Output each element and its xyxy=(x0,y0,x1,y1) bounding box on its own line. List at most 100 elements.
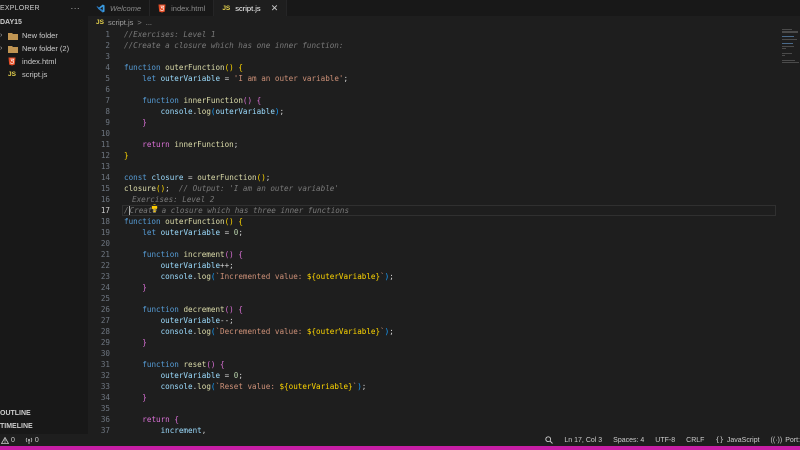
tree-item-new-folder-2[interactable]: › New folder (2) xyxy=(0,42,88,55)
encoding[interactable]: UTF-8 xyxy=(655,437,675,444)
code-line: 10 xyxy=(88,128,800,139)
line-number: 8 xyxy=(105,107,110,116)
end-of-line[interactable]: CRLF xyxy=(686,437,704,444)
line-number: 34 xyxy=(100,393,110,402)
code-text: //Exercises: Level 1 xyxy=(124,30,216,39)
line-number: 17 xyxy=(100,206,110,215)
folder-icon xyxy=(8,32,20,40)
code-text: outerVariable = 0; xyxy=(160,371,243,380)
braces-icon: {} xyxy=(715,436,724,444)
timeline-section[interactable]: TIMELINE xyxy=(0,420,88,432)
code-text: } xyxy=(142,118,147,127)
line-number: 28 xyxy=(100,327,110,336)
line-number: 13 xyxy=(100,162,110,171)
zoom-icon[interactable] xyxy=(545,436,554,444)
line-number: 4 xyxy=(105,63,110,72)
js-icon: JS xyxy=(222,4,231,12)
title-bar: EXPLORER ··· Welcome index.html JS scrip… xyxy=(0,0,800,16)
code-text: } xyxy=(142,283,147,292)
line-number: 22 xyxy=(100,261,110,270)
code-text: const closure = outerFunction(); xyxy=(124,173,271,182)
code-line: 7 function innerFunction() { xyxy=(88,95,800,106)
chevron-right-icon: › xyxy=(0,45,3,52)
breadcrumb-file[interactable]: script.js xyxy=(108,18,133,27)
line-number: 1 xyxy=(105,30,110,39)
indentation[interactable]: Spaces: 4 xyxy=(613,437,644,444)
code-line: 2 //Create a closure which has one inner… xyxy=(88,40,800,51)
code-line: 15 closure(); // Output: 'I am an outer … xyxy=(88,183,800,194)
explorer-header: EXPLORER ··· xyxy=(0,0,88,16)
tab-script-js[interactable]: JS script.js ✕ xyxy=(214,0,288,16)
code-line: 32 outerVariable = 0; xyxy=(88,370,800,381)
status-left: 0 0 xyxy=(0,434,39,446)
problems-status[interactable]: 0 xyxy=(1,436,15,444)
error-count: 0 xyxy=(11,436,15,444)
code-text: closure(); // Output: 'I am an outer var… xyxy=(124,184,339,193)
code-text: function reset() { xyxy=(142,360,225,369)
tree-item-label: script.js xyxy=(22,70,48,79)
port-label: Port: xyxy=(785,436,800,444)
tree-item-label: New folder (2) xyxy=(22,44,70,53)
minimap[interactable] xyxy=(782,29,800,75)
code-line: 33 console.log(`Reset value: ${outerVari… xyxy=(88,381,800,392)
warning-icon xyxy=(1,436,9,444)
code-line: 31 function reset() { xyxy=(88,359,800,370)
status-right: Ln 17, Col 3 Spaces: 4 UTF-8 CRLF {} Jav… xyxy=(545,434,800,446)
language-mode[interactable]: {} JavaScript xyxy=(715,436,759,444)
code-text: increment, xyxy=(160,426,207,434)
breadcrumb-symbol[interactable]: ... xyxy=(146,18,152,27)
code-text: console.log(`Decremented value: ${outerV… xyxy=(160,327,394,336)
line-number: 33 xyxy=(100,382,110,391)
code-line: 16 Exercises: Level 2 xyxy=(88,194,800,213)
port-status[interactable]: ((·)) Port: xyxy=(771,437,800,444)
tree-item-index-html[interactable]: index.html xyxy=(0,55,88,68)
tree-item-script-js[interactable]: JS script.js xyxy=(0,68,88,81)
code-line: 37 increment, xyxy=(88,425,800,434)
cursor-position[interactable]: Ln 17, Col 3 xyxy=(564,437,602,444)
tree-item-new-folder[interactable]: › New folder xyxy=(0,29,88,42)
close-icon[interactable]: ✕ xyxy=(271,3,279,14)
code-text: function increment() { xyxy=(142,250,243,259)
code-line: 24 } xyxy=(88,282,800,293)
code-text: function decrement() { xyxy=(142,305,243,314)
code-line: 25 xyxy=(88,293,800,304)
code-line: 1 //Exercises: Level 1 xyxy=(88,29,800,40)
language-label: JavaScript xyxy=(726,436,760,444)
code-text: } xyxy=(124,151,129,160)
line-number: 19 xyxy=(100,228,110,237)
line-number: 12 xyxy=(100,151,110,160)
line-number: 23 xyxy=(100,272,110,281)
code-line: 18 function outerFunction() { xyxy=(88,216,800,227)
tab-index-html[interactable]: index.html xyxy=(150,0,215,16)
tab-welcome[interactable]: Welcome xyxy=(88,0,151,16)
explorer-title: EXPLORER xyxy=(0,4,40,12)
code-line: 3 xyxy=(88,51,800,62)
line-number: 14 xyxy=(100,173,110,182)
code-line: 26 function decrement() { xyxy=(88,304,800,315)
code-line: 22 outerVariable++; xyxy=(88,260,800,271)
code-line: 5 let outerVariable = 'I am an outer var… xyxy=(88,73,800,84)
ports-status[interactable]: 0 xyxy=(25,436,39,444)
code-line: 6 xyxy=(88,84,800,95)
workspace-root[interactable]: DAY15 xyxy=(0,16,88,29)
tab-label: index.html xyxy=(171,3,206,13)
line-number: 20 xyxy=(100,239,110,248)
line-number: 35 xyxy=(100,404,110,413)
code-text: return { xyxy=(142,415,179,424)
lightbulb-icon[interactable] xyxy=(124,195,158,213)
line-number: 11 xyxy=(100,140,110,149)
tree-item-label: New folder xyxy=(22,31,58,40)
more-actions-icon[interactable]: ··· xyxy=(70,3,80,13)
outline-section[interactable]: OUTLINE xyxy=(0,407,88,419)
code-editor[interactable]: 1 //Exercises: Level 1 2 //Create a clos… xyxy=(88,29,800,434)
status-accent-strip xyxy=(0,446,800,450)
line-number: 26 xyxy=(100,305,110,314)
line-number: 24 xyxy=(100,283,110,292)
code-line-current: 17 /Create a closure which has three inn… xyxy=(88,205,800,216)
line-number: 37 xyxy=(100,426,110,434)
code-text: console.log(`Incremented value: ${outerV… xyxy=(160,272,394,281)
code-line: 13 xyxy=(88,161,800,172)
code-text: function innerFunction() { xyxy=(142,96,262,105)
line-number: 21 xyxy=(100,250,110,259)
code-line: 28 console.log(`Decremented value: ${out… xyxy=(88,326,800,337)
